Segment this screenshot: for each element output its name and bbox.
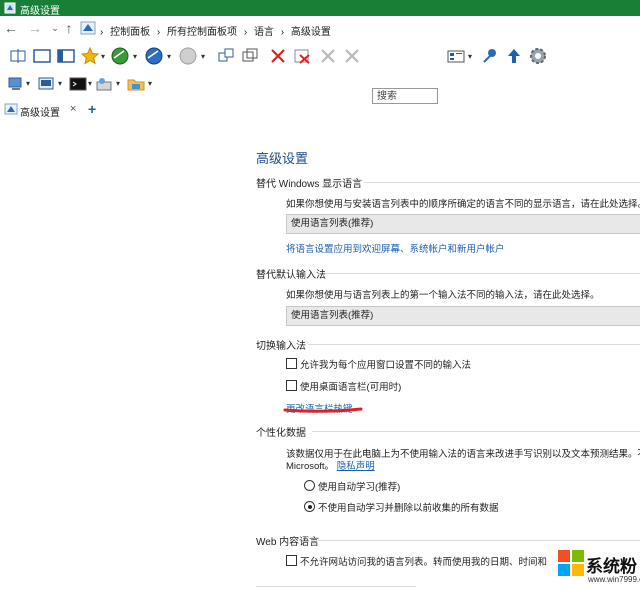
pin-icon[interactable] [480, 46, 500, 66]
tools-icon[interactable] [342, 46, 362, 66]
divider [312, 431, 640, 432]
radio-circle[interactable] [304, 480, 315, 491]
address-bar: ← → ⌄ ↑ › 控制面板 › 所有控制面板项 › 语言 › 高级设置 [0, 17, 640, 41]
folder-icon[interactable] [126, 74, 146, 94]
up-icon[interactable]: ↑ [62, 20, 76, 36]
page-title: 高级设置 [256, 151, 309, 166]
section-heading: 替代默认输入法 [256, 270, 326, 281]
apply-settings-link[interactable]: 将语言设置应用到欢迎屏幕、系统帐户和新用户帐户 [286, 241, 505, 255]
green-globe-icon[interactable] [110, 46, 130, 66]
checkbox-label: 不允许网站访问我的语言列表。转而使用我的日期、时间和 [300, 557, 548, 568]
control-panel-icon [4, 2, 16, 14]
control-panel-icon [4, 103, 18, 115]
chevron-down-icon[interactable]: ▾ [167, 52, 171, 61]
checkbox-label: 允许我为每个应用窗口设置不同的输入法 [300, 360, 472, 371]
panel-icon[interactable] [56, 46, 76, 66]
title-bar: 高级设置 [0, 0, 640, 17]
control-panel-icon [80, 21, 96, 35]
gear-icon[interactable] [528, 46, 548, 66]
divider [308, 344, 640, 345]
chevron-down-icon[interactable]: ▾ [26, 79, 30, 88]
display-language-select[interactable]: 使用语言列表(推荐) [286, 214, 640, 234]
breadcrumb-separator: › [156, 27, 161, 38]
gray-globe-icon[interactable] [178, 46, 198, 66]
divider [364, 182, 640, 183]
recent-dropdown-icon[interactable]: ⌄ [48, 20, 62, 36]
window-icon[interactable] [32, 46, 52, 66]
watermark-brand: 系统粉 [586, 557, 637, 577]
tab-label: 高级设置 [20, 108, 60, 119]
checkbox-label: 使用桌面语言栏(可用时) [300, 382, 402, 393]
watermark-url: www.win7999.com [588, 575, 640, 584]
chevron-down-icon[interactable]: ▾ [88, 79, 92, 88]
description-text: Microsoft。 [286, 461, 335, 472]
delete-red-icon[interactable] [268, 46, 288, 66]
chevron-down-icon[interactable]: ▾ [148, 79, 152, 88]
section-description-cont: Microsoft。 隐私声明 [286, 458, 375, 472]
back-icon[interactable]: ← [4, 20, 18, 36]
breadcrumb-separator: › [243, 27, 248, 38]
input-method-select[interactable]: 使用语言列表(推荐) [286, 306, 640, 326]
breadcrumb-separator: › [280, 27, 285, 38]
delete-box-icon[interactable] [292, 46, 312, 66]
toolbar: ▾ ▾ ▾ ▾ 搜索 ▾ [0, 42, 640, 104]
up-arrow-icon[interactable] [504, 46, 524, 66]
breadcrumb-separator: › [100, 27, 104, 38]
section-heading: 切换输入法 [256, 341, 306, 352]
computer-icon[interactable] [6, 74, 26, 94]
radio-label: 使用自动学习(推荐) [318, 482, 401, 493]
chevron-down-icon[interactable]: ▾ [468, 52, 472, 61]
section-description: 如果你想使用与语言列表上的第一个输入法不同的输入法，请在此处选择。 [286, 290, 600, 301]
chevron-down-icon[interactable]: ▾ [201, 52, 205, 61]
close-icon[interactable]: × [70, 103, 76, 115]
section-heading: 个性化数据 [256, 428, 306, 439]
blue-globe-icon[interactable] [144, 46, 164, 66]
breadcrumb-item[interactable]: 高级设置 [291, 27, 331, 38]
radio-circle[interactable] [304, 501, 315, 512]
watermark: 系统粉 www.win7999.com [552, 540, 640, 592]
annotation-underline [283, 407, 363, 413]
breadcrumb-item[interactable]: 控制面板 [110, 27, 150, 38]
view-grid-icon[interactable] [446, 46, 466, 66]
section-heading: 替代 Windows 显示语言 [256, 179, 363, 190]
restore-icon[interactable] [240, 46, 260, 66]
cmd-icon[interactable] [68, 74, 88, 94]
breadcrumb-item[interactable]: 语言 [254, 27, 274, 38]
toolbar-secondary: ▾ ▾ ▾ ▾ ▾ [0, 70, 640, 96]
star-icon[interactable] [80, 46, 100, 66]
divider [326, 273, 640, 274]
breadcrumb-item[interactable]: 所有控制面板项 [167, 27, 237, 38]
windows-logo-icon [558, 550, 584, 576]
divider [256, 586, 416, 587]
select-icon[interactable] [8, 46, 28, 66]
copy-icon[interactable] [216, 46, 236, 66]
chevron-down-icon[interactable]: ▾ [101, 52, 105, 61]
radio-label: 不使用自动学习并删除以前收集的所有数据 [318, 503, 499, 514]
breadcrumb: › 控制面板 › 所有控制面板项 › 语言 › 高级设置 [100, 23, 335, 38]
radio-selected-dot [307, 504, 312, 509]
chevron-down-icon[interactable]: ▾ [116, 79, 120, 88]
checkbox-box[interactable] [286, 555, 297, 566]
chevron-down-icon[interactable]: ▾ [133, 52, 137, 61]
section-heading: Web 内容语言 [256, 537, 320, 548]
wrench-icon[interactable] [318, 46, 338, 66]
new-tab-button[interactable]: + [88, 101, 96, 117]
section-description: 如果你想使用与安装语言列表中的顺序所确定的语言不同的显示语言，请在此处选择。 [286, 199, 640, 210]
privacy-link[interactable]: 隐私声明 [337, 461, 375, 472]
device-icon[interactable] [94, 74, 114, 94]
chevron-down-icon[interactable]: ▾ [58, 79, 62, 88]
network-icon[interactable] [36, 74, 56, 94]
forward-icon[interactable]: → [28, 20, 42, 36]
checkbox-box[interactable] [286, 358, 297, 369]
checkbox-box[interactable] [286, 380, 297, 391]
window-title: 高级设置 [20, 6, 60, 17]
